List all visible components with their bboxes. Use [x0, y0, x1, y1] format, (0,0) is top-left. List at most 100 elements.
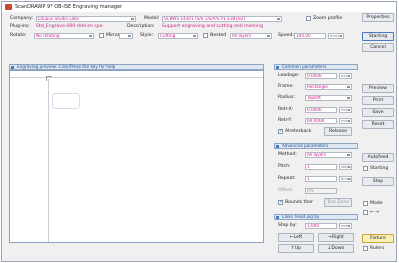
speed-unit-select[interactable]: mm/s [328, 33, 344, 39]
cancel-button[interactable]: Cancel [362, 43, 394, 52]
rulers-checkbox[interactable] [363, 246, 368, 251]
mirror-label: Mirror [106, 33, 120, 38]
rotate-label: Rotate: [10, 33, 27, 38]
bounds-label: Bounds ther [285, 200, 313, 205]
starting-button[interactable]: Starting [362, 32, 394, 41]
repeat-label: Repeat: [278, 176, 296, 181]
common-header-icon [276, 66, 279, 69]
window-title: ScanDRAWP 9* OB-ISE Engraving manager [15, 4, 123, 10]
mode-checkbox[interactable] [363, 201, 368, 206]
leadage-input[interactable]: 0,0000 [305, 73, 337, 79]
speed-input[interactable]: 100,00 [294, 33, 326, 39]
pitch-label: Pitch: [278, 164, 291, 169]
laser-header-icon [276, 216, 279, 219]
starting-label: Starting [370, 166, 389, 171]
laser-jog-header: Laser head jog by [274, 214, 358, 220]
pitch-input[interactable]: 1 [305, 164, 337, 170]
leadage-unit-select[interactable]: mm [339, 73, 352, 79]
retr-x-input[interactable]: 0,0000 [305, 107, 337, 113]
preview-header-label: Engraving preview: Click/Press the key f… [17, 64, 116, 69]
offset-label: Offset: [278, 188, 294, 193]
fixture-button[interactable]: Fixture [362, 234, 394, 243]
jog-left-button[interactable]: ←Left [278, 233, 314, 242]
jog-up-label: Up [294, 246, 302, 251]
description-value: Support engraving and cutting and markin… [162, 24, 264, 29]
model-label: Model: [144, 16, 160, 21]
common-parameters-label: Common parameters [282, 64, 327, 69]
step-unit-select[interactable]: mm [339, 223, 352, 229]
advanced-parameters-label: Advanced parameters [282, 143, 329, 148]
jog-left-label: Left [293, 235, 303, 240]
frame-select[interactable]: Rectangle [305, 84, 352, 90]
company-label: Company: [10, 16, 34, 21]
rulers-label: Rulers [370, 246, 385, 251]
properties-button[interactable]: Properties [362, 13, 394, 22]
nested-select[interactable]: All layers [230, 33, 272, 39]
engraving-preview-canvas[interactable] [9, 70, 264, 243]
release-button[interactable]: Release [324, 127, 352, 136]
method-label: Method: [278, 152, 297, 157]
title-bar: ScanDRAWP 9* OB-ISE Engraving manager [2, 2, 396, 12]
plugins-label: Plug-ins: [10, 24, 30, 29]
laser-jog-label: Laser head jog by [282, 214, 320, 219]
retr-x-unit-select[interactable]: mm [339, 107, 352, 113]
style-label: Style: [140, 33, 154, 38]
preview-origin-marker [46, 76, 52, 81]
mode-label: Mode [370, 201, 383, 206]
save-button[interactable]: Save [362, 108, 394, 117]
nested-checkbox[interactable] [203, 33, 208, 38]
common-parameters-header: Common parameters [274, 64, 358, 70]
jog-up-button[interactable]: ↑Up [278, 244, 314, 253]
frame-label: Frame: [278, 84, 294, 89]
jog-right-button[interactable]: →Right [318, 233, 354, 242]
step-label: Step by: [278, 223, 297, 228]
preview-vertical-ruler [48, 79, 49, 242]
rotate-select[interactable]: No rotating [34, 33, 94, 39]
company-select[interactable]: Lituous Studio Labs [36, 16, 136, 22]
mirror-checkbox[interactable] [99, 33, 104, 38]
zoom-profile-label: Zoom profile [313, 16, 343, 21]
jog-down-label: Down [331, 246, 345, 251]
pitch-unit-select[interactable]: steps [339, 164, 352, 170]
bounds-checkbox[interactable] [278, 199, 283, 205]
advanced-header-icon [276, 145, 279, 148]
method-select[interactable]: All layers [305, 152, 352, 158]
jog-right-label: Right [331, 235, 344, 240]
model-select[interactable]: SCBWS 14301 (S/S 1/S/P/S P1 E38192) [162, 16, 282, 22]
description-label: Description: [127, 24, 155, 29]
nested-label: Nested [210, 33, 227, 38]
repeat-input[interactable]: 1 [305, 176, 337, 182]
retr-y-unit-select[interactable]: mm [339, 118, 352, 124]
test-zone-button[interactable]: Test Zone [324, 198, 352, 207]
preview-shape [52, 93, 80, 109]
preview-button[interactable]: Preview [362, 84, 394, 93]
arrows-label: ← → [370, 210, 380, 215]
plugins-value: Std_Engrave-000-ddd en spe [36, 24, 103, 29]
offset-input[interactable]: 0% [305, 188, 337, 194]
advanced-parameters-header: Advanced parameters [274, 143, 358, 149]
autoreturn-checkbox[interactable] [278, 128, 283, 134]
mirror-select[interactable] [119, 33, 133, 39]
zoom-profile-checkbox[interactable] [306, 16, 311, 21]
engraving-manager-window: ScanDRAWP 9* OB-ISE Engraving manager Co… [1, 1, 397, 262]
preview-header-icon [11, 66, 14, 69]
autofeed-button[interactable]: Autofeed [362, 153, 394, 162]
style-select[interactable]: Cutting [158, 33, 198, 39]
speed-label: Speed: [278, 33, 294, 38]
retr-y-label: Retr-Y: [278, 118, 293, 123]
arrows-checkbox[interactable] [363, 210, 368, 215]
stop-button[interactable]: Stop [362, 177, 394, 186]
print-button[interactable]: Print [362, 96, 394, 105]
repeat-unit-select[interactable]: times [339, 176, 352, 182]
retr-y-input[interactable]: 60,0000 [305, 118, 337, 124]
step-input[interactable]: 1,000 [305, 223, 337, 229]
app-icon [5, 4, 12, 10]
starting-checkbox[interactable] [363, 166, 368, 171]
autoreturn-label: Alreterback [285, 129, 312, 134]
radius-select[interactable]: Topleft [305, 95, 352, 101]
leadage-label: Leadage: [278, 73, 300, 78]
jog-down-button[interactable]: ↓Down [318, 244, 354, 253]
radius-label: Radius: [278, 95, 295, 100]
retr-x-label: Retr-X: [278, 107, 294, 112]
reset-button[interactable]: Reset [362, 120, 394, 129]
